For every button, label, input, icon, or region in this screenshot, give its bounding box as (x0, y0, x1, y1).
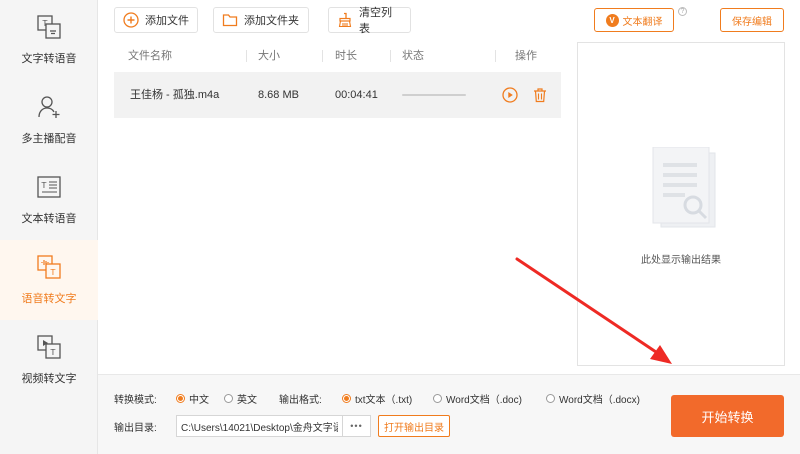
svg-text:T: T (50, 268, 56, 277)
column-divider (390, 50, 391, 62)
sidebar-item-label: 视频转文字 (21, 373, 77, 385)
text-translate-label: 文本翻译 (622, 16, 663, 28)
sidebar-item-speech-to-text[interactable]: T 语音转文字 (0, 240, 98, 320)
sidebar: T 文字转语音 多主播配音 T 文本转语音 T 语音转文字 T 视频转文字 (0, 0, 98, 454)
document-to-speech-icon: T (36, 174, 62, 200)
column-header-actions: 操作 (515, 50, 537, 62)
add-file-label: 添加文件 (145, 15, 189, 27)
clear-list-label: 清空列表 (359, 7, 392, 35)
format-option-txt[interactable]: txt文本（.txt) (342, 391, 412, 406)
save-edit-button[interactable]: 保存编辑 (720, 8, 784, 32)
format-option-doc[interactable]: Word文档（.doc) (433, 391, 522, 406)
multi-voice-icon (36, 94, 62, 120)
sidebar-item-document-to-speech[interactable]: T 文本转语音 (0, 160, 98, 240)
format-option-label: Word文档（.docx) (559, 395, 640, 406)
format-option-label: Word文档（.doc) (446, 395, 522, 406)
conversion-settings-bar: 转换模式: 中文 英文 输出格式: txt文本（.txt) Word文档（.do… (98, 374, 800, 454)
file-duration: 00:04:41 (335, 89, 378, 101)
help-icon[interactable]: ? (678, 7, 687, 16)
format-option-docx[interactable]: Word文档（.docx) (546, 391, 640, 406)
column-divider (322, 50, 323, 62)
text-translate-button[interactable]: V 文本翻译 (594, 8, 674, 32)
sidebar-item-label: 语音转文字 (21, 293, 77, 305)
column-header-status: 状态 (402, 50, 424, 62)
format-option-label: txt文本（.txt) (355, 395, 413, 406)
radio-icon (224, 394, 233, 403)
video-to-text-icon: T (36, 334, 62, 360)
file-name: 王佳杨 - 孤独.m4a (130, 89, 220, 101)
mode-option-label: 中文 (189, 395, 209, 406)
output-directory-input[interactable] (176, 415, 343, 437)
sidebar-item-multi-voice[interactable]: 多主播配音 (0, 80, 98, 160)
sidebar-item-text-to-speech[interactable]: T 文字转语音 (0, 0, 98, 80)
file-table-header: 文件名称 大小 时长 状态 操作 (114, 44, 561, 68)
play-icon[interactable] (502, 87, 518, 103)
output-directory-label: 输出目录: (114, 423, 157, 434)
start-conversion-button[interactable]: 开始转换 (671, 395, 784, 437)
column-divider (495, 50, 496, 62)
radio-icon (176, 394, 185, 403)
browse-directory-button[interactable]: ••• (343, 415, 371, 437)
trash-icon[interactable] (532, 87, 548, 103)
column-divider (246, 50, 247, 62)
open-output-directory-button[interactable]: 打开输出目录 (378, 415, 450, 437)
column-header-size: 大小 (258, 50, 280, 62)
add-file-button[interactable]: 添加文件 (114, 7, 198, 33)
file-size: 8.68 MB (258, 89, 299, 101)
clear-list-button[interactable]: 清空列表 (328, 7, 411, 35)
mode-option-english[interactable]: 英文 (224, 391, 257, 406)
speech-to-text-icon: T (36, 254, 62, 280)
output-result-panel: 此处显示输出结果 (577, 42, 785, 366)
main-panel: 添加文件 添加文件夹 清空列表 V 文本翻译 ? 保存编辑 文件名称 大小 时长… (98, 0, 800, 454)
folder-icon (222, 12, 238, 28)
empty-document-icon (651, 146, 719, 234)
radio-icon (433, 394, 442, 403)
svg-text:T: T (50, 348, 56, 357)
sidebar-item-label: 文本转语音 (21, 213, 77, 225)
table-row[interactable]: 王佳杨 - 孤独.m4a 8.68 MB 00:04:41 (114, 72, 561, 118)
conversion-mode-label: 转换模式: (114, 395, 157, 406)
add-folder-button[interactable]: 添加文件夹 (213, 7, 309, 33)
add-folder-label: 添加文件夹 (244, 15, 299, 27)
svg-text:T: T (41, 181, 47, 190)
column-header-duration: 时长 (335, 50, 357, 62)
radio-icon (546, 394, 555, 403)
plus-circle-icon (123, 12, 139, 28)
mode-option-label: 英文 (237, 395, 257, 406)
sidebar-item-label: 文字转语音 (21, 53, 77, 65)
text-to-speech-icon: T (36, 14, 62, 40)
column-header-name: 文件名称 (128, 50, 172, 62)
conversion-progress-bar (402, 94, 466, 96)
vip-badge-icon: V (605, 13, 619, 27)
empty-output-text: 此处显示输出结果 (641, 255, 721, 266)
radio-icon (342, 394, 351, 403)
broom-icon (337, 12, 353, 28)
sidebar-item-label: 多主播配音 (21, 133, 77, 145)
mode-option-chinese[interactable]: 中文 (176, 391, 209, 406)
sidebar-item-video-to-text[interactable]: T 视频转文字 (0, 320, 98, 400)
output-format-label: 输出格式: (279, 395, 322, 406)
